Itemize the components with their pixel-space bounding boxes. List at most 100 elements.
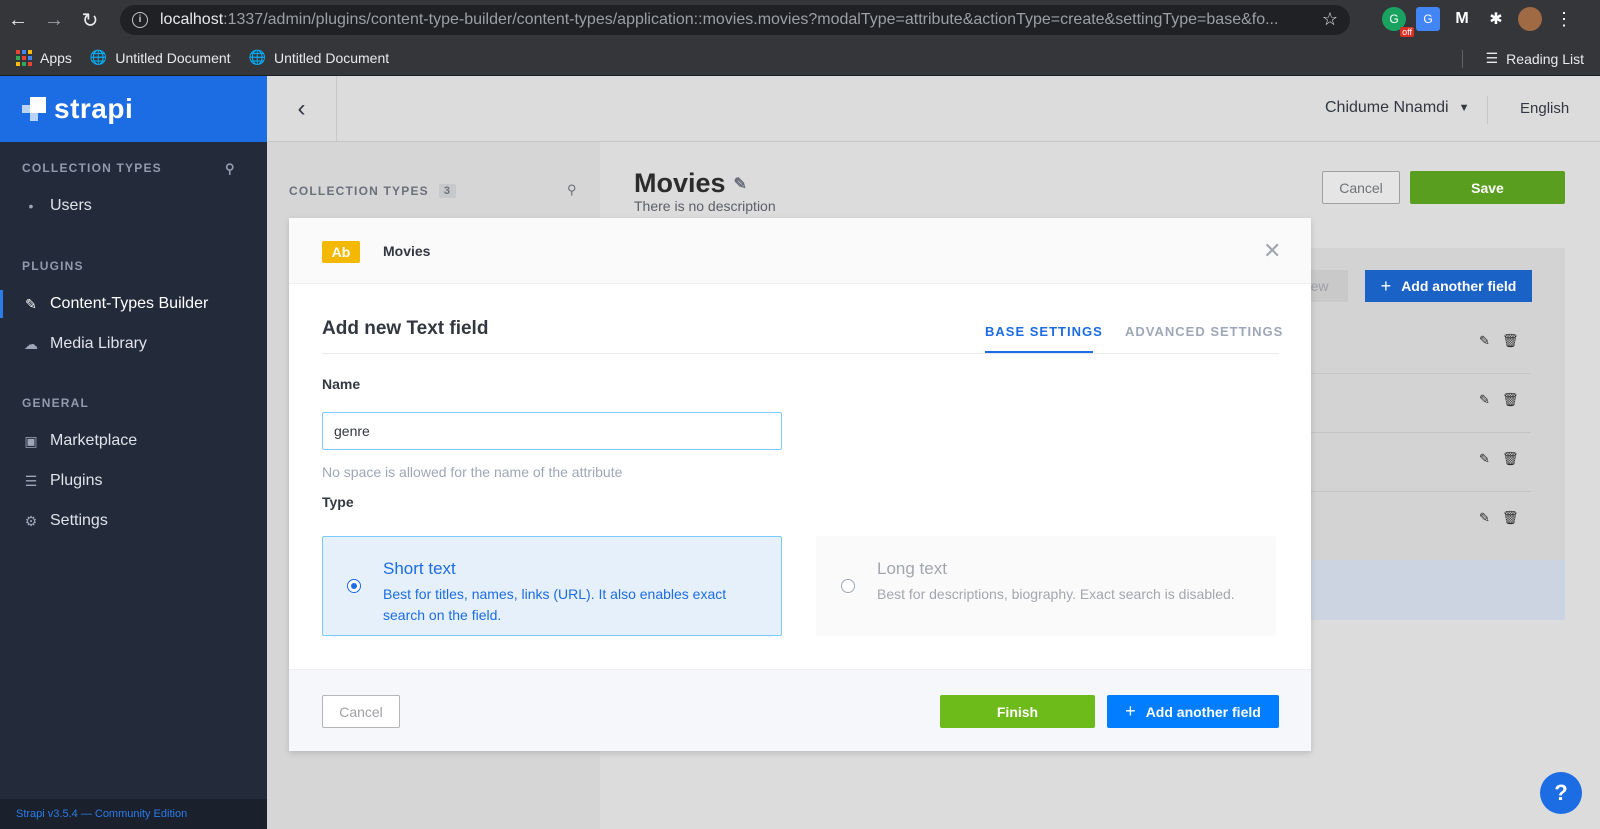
sidebar-item-marketplace[interactable]: ▣ Marketplace (0, 427, 267, 455)
plus-icon: + (1380, 275, 1392, 296)
help-button[interactable]: ? (1540, 772, 1582, 814)
sidebar-item-label: Marketplace (50, 432, 138, 449)
radio-selected[interactable] (347, 579, 361, 593)
modal-breadcrumb: Movies (383, 243, 431, 259)
extension-badge: off (1400, 27, 1414, 37)
list-icon: ☰ (24, 472, 38, 489)
url-path: :1337/admin/plugins/content-type-builder… (223, 11, 1279, 28)
add-another-field-button[interactable]: + Add another field (1107, 695, 1279, 728)
active-tab-indicator (985, 351, 1093, 353)
plugins-heading: PLUGINS (22, 259, 84, 273)
profile-avatar[interactable] (1518, 7, 1542, 31)
add-another-field-button[interactable]: + Add another field (1365, 270, 1532, 302)
general-heading: GENERAL (22, 396, 90, 410)
cancel-button[interactable]: Cancel (322, 695, 400, 728)
name-hint: No space is allowed for the name of the … (322, 464, 623, 480)
button-label: Add another field (1401, 278, 1517, 294)
trash-icon[interactable]: 🗑 (1502, 451, 1519, 467)
sidebar-item-users[interactable]: • Users (0, 192, 267, 220)
plus-icon: + (1125, 701, 1136, 721)
button-label: Add another field (1145, 703, 1261, 720)
save-button[interactable]: Save (1410, 171, 1565, 204)
grammarly-extension-icon[interactable]: Goff (1382, 7, 1414, 37)
trash-icon[interactable]: 🗑 (1502, 510, 1519, 526)
apps-grid-icon (16, 49, 32, 66)
back-arrow-icon[interactable]: ← (0, 0, 36, 40)
trash-icon[interactable]: 🗑 (1502, 392, 1519, 408)
sidebar-item-content-types-builder[interactable]: ✎ Content-Types Builder (0, 290, 267, 318)
type-label: Type (322, 494, 354, 510)
tab-base-settings[interactable]: BASE SETTINGS (985, 324, 1103, 339)
version-footer: Strapi v3.5.4 — Community Edition (0, 799, 267, 829)
gear-icon: ⚙ (24, 512, 38, 529)
extensions-area: Goff G M ✱ ⋮ (1382, 7, 1576, 37)
pencil-icon[interactable]: ✎ (734, 174, 747, 194)
divider (1487, 96, 1488, 124)
medium-extension-icon[interactable]: M (1450, 7, 1474, 31)
pencil-icon[interactable]: ✎ (1479, 510, 1490, 526)
bookmark-apps[interactable]: Apps (16, 49, 72, 66)
name-field[interactable] (322, 412, 782, 450)
trash-icon[interactable]: 🗑 (1502, 333, 1519, 349)
language-selector[interactable]: English (1520, 100, 1569, 117)
add-field-modal: Ab Movies ✕ Add new Text field BASE SETT… (289, 218, 1311, 751)
brand-logo[interactable]: strapi (0, 76, 267, 142)
short-text-option[interactable]: Short text Best for titles, names, links… (322, 536, 782, 636)
collection-types-heading: COLLECTION TYPES ⚲ (0, 161, 267, 177)
bookmarks-bar: Apps 🌐 Untitled Document 🌐 Untitled Docu… (0, 40, 1600, 76)
bookmark-star-icon[interactable]: ☆ (1322, 9, 1338, 30)
url-host: localhost (160, 11, 224, 28)
section-heading: COLLECTION TYPES (22, 161, 162, 175)
basket-icon: ▣ (24, 432, 38, 449)
reload-icon[interactable]: ↻ (72, 0, 108, 40)
cancel-button[interactable]: Cancel (1322, 171, 1400, 204)
page-description: There is no description (634, 198, 776, 214)
user-menu[interactable]: Chidume Nnamdi ▼ (1325, 99, 1470, 117)
page-title-text: Movies (634, 168, 726, 198)
translate-extension-icon[interactable]: G (1416, 7, 1440, 31)
puzzle-extensions-icon[interactable]: ✱ (1484, 7, 1508, 31)
search-icon[interactable]: ⚲ (225, 161, 236, 177)
bookmark-untitled-2[interactable]: 🌐 Untitled Document (249, 49, 390, 66)
sidebar-item-label: Media Library (50, 335, 147, 352)
radio-unselected[interactable] (841, 579, 855, 593)
bookmark-label: Untitled Document (115, 49, 231, 66)
sidebar-item-media-library[interactable]: ☁ Media Library (0, 330, 267, 358)
option-title: Short text (383, 559, 456, 578)
long-text-option[interactable]: Long text Best for descriptions, biograp… (816, 536, 1276, 636)
caret-down-icon: ▼ (1458, 102, 1470, 114)
pencil-icon[interactable]: ✎ (1479, 333, 1490, 349)
reading-list-button[interactable]: ☰ Reading List (1461, 50, 1584, 68)
option-title: Long text (877, 559, 947, 578)
kebab-menu-icon[interactable]: ⋮ (1552, 7, 1576, 31)
sidebar-item-label: Plugins (50, 472, 103, 489)
pencil-icon[interactable]: ✎ (1479, 392, 1490, 408)
close-icon[interactable]: ✕ (1263, 238, 1281, 264)
modal-header: Ab Movies ✕ (289, 218, 1311, 284)
bookmark-untitled-1[interactable]: 🌐 Untitled Document (90, 49, 231, 66)
modal-footer: Cancel Finish + Add another field (289, 669, 1311, 751)
forward-arrow-icon[interactable]: → (36, 0, 72, 40)
sidebar-item-settings[interactable]: ⚙ Settings (0, 507, 267, 535)
cloud-upload-icon: ☁ (24, 335, 38, 352)
modal-title: Add new Text field (322, 318, 489, 339)
text-type-badge: Ab (322, 241, 360, 263)
sidebar-item-plugins[interactable]: ☰ Plugins (0, 467, 267, 495)
chevron-left-icon[interactable]: ‹ (267, 76, 337, 142)
address-bar[interactable]: i localhost:1337/admin/plugins/content-t… (120, 5, 1350, 35)
finish-button[interactable]: Finish (940, 695, 1095, 728)
sidebar: strapi COLLECTION TYPES ⚲ • Users PLUGIN… (0, 76, 267, 829)
site-info-icon[interactable]: i (132, 12, 148, 28)
sidebar-item-label: Content-Types Builder (50, 295, 209, 312)
globe-icon: 🌐 (248, 49, 266, 65)
pencil-icon[interactable]: ✎ (1479, 451, 1490, 467)
search-icon[interactable]: ⚲ (567, 182, 577, 198)
tab-divider (322, 353, 1279, 354)
option-description: Best for descriptions, biography. Exact … (877, 586, 1235, 602)
browser-toolbar: ← → ↻ i localhost:1337/admin/plugins/con… (0, 0, 1600, 40)
name-label: Name (322, 376, 361, 392)
tab-advanced-settings[interactable]: ADVANCED SETTINGS (1125, 324, 1283, 339)
paintbrush-icon: ✎ (25, 295, 37, 312)
ct-panel-title: COLLECTION TYPES 3 (289, 184, 457, 198)
bullet-icon: • (28, 198, 34, 214)
